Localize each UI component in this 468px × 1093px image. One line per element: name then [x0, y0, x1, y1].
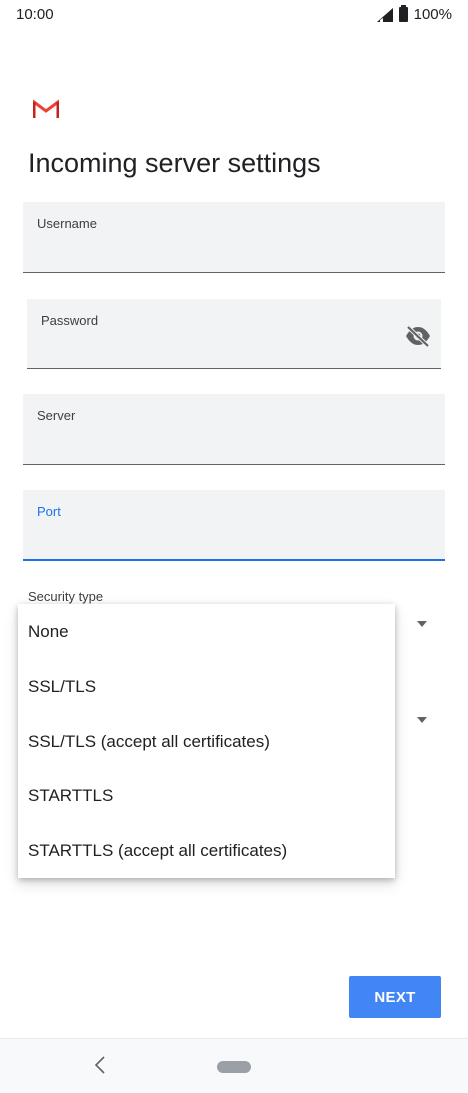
status-icons: 100%: [376, 5, 452, 23]
port-label: Port: [37, 504, 61, 519]
menu-item-none[interactable]: None: [18, 605, 395, 659]
visibility-off-icon[interactable]: [405, 325, 431, 347]
security-type-dropdown-arrow-icon[interactable]: [417, 621, 427, 627]
secondary-dropdown-arrow-icon[interactable]: [417, 717, 427, 723]
gmail-logo-icon: [33, 99, 59, 118]
menu-item-ssl-tls-accept-all[interactable]: SSL/TLS (accept all certificates): [18, 715, 395, 769]
password-field[interactable]: Password: [27, 299, 441, 369]
menu-item-starttls-accept-all[interactable]: STARTTLS (accept all certificates): [18, 824, 395, 878]
next-button[interactable]: NEXT: [349, 976, 441, 1018]
navigation-bar: [0, 1038, 468, 1093]
home-pill-icon[interactable]: [217, 1061, 251, 1073]
status-bar: 10:00 100%: [0, 0, 468, 32]
battery-icon: [398, 5, 408, 22]
username-label: Username: [37, 216, 97, 231]
port-field[interactable]: Port: [23, 490, 445, 561]
signal-icon: [376, 7, 393, 22]
page-title: Incoming server settings: [28, 148, 321, 178]
password-label: Password: [41, 313, 99, 328]
status-time: 10:00: [16, 6, 54, 23]
back-chevron-icon[interactable]: [92, 1054, 108, 1076]
username-field[interactable]: Username: [23, 202, 445, 273]
security-type-label: Security type: [28, 589, 104, 604]
battery-level: 100%: [413, 6, 452, 23]
menu-item-starttls[interactable]: STARTTLS: [18, 769, 395, 823]
server-field[interactable]: Server: [23, 394, 445, 465]
security-type-menu: None SSL/TLS SSL/TLS (accept all certifi…: [18, 604, 395, 878]
menu-item-ssl-tls[interactable]: SSL/TLS: [18, 660, 395, 714]
server-label: Server: [37, 408, 76, 423]
